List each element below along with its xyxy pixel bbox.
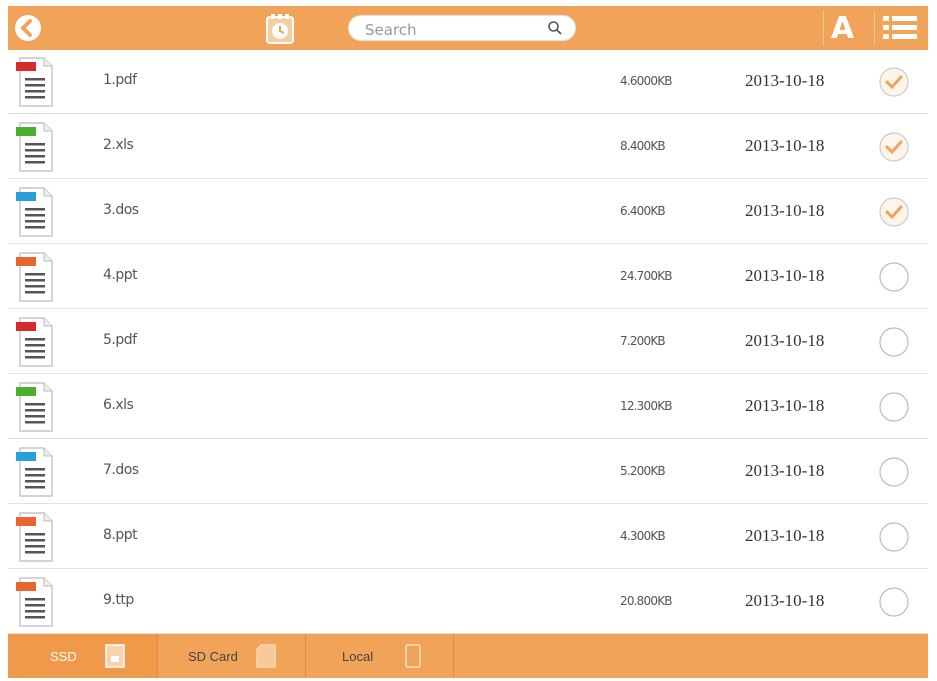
font-size-button[interactable]: A: [823, 10, 861, 46]
file-row[interactable]: 6.xls 12.300KB 2013-10-18: [8, 375, 928, 439]
xls-file-icon: [16, 382, 53, 432]
unchecked-icon[interactable]: [878, 391, 910, 423]
xls-file-icon: [16, 122, 53, 172]
file-date: 2013-10-18: [745, 526, 825, 545]
file-row[interactable]: 7.dos 5.200KB 2013-10-18: [8, 440, 928, 504]
search-icon[interactable]: [547, 20, 563, 36]
file-date: 2013-10-18: [745, 266, 825, 285]
file-size: 6.400KB: [620, 204, 666, 218]
file-name: 2.xls: [103, 137, 134, 153]
timer-button[interactable]: [262, 12, 298, 46]
file-row[interactable]: 9.ttp 20.800KB 2013-10-18: [8, 570, 928, 634]
unchecked-icon[interactable]: [878, 261, 910, 293]
doc-file-icon: [16, 187, 53, 237]
file-name: 7.dos: [103, 462, 139, 478]
tab-label: SSD: [50, 648, 77, 664]
back-arrow-icon: [15, 15, 41, 41]
file-date: 2013-10-18: [745, 136, 825, 155]
file-name: 8.ppt: [103, 527, 138, 543]
file-date: 2013-10-18: [745, 331, 825, 350]
file-size: 7.200KB: [620, 334, 666, 348]
file-size: 24.700KB: [620, 269, 672, 283]
file-row[interactable]: 3.dos 6.400KB 2013-10-18: [8, 180, 928, 244]
pdf-file-icon: [16, 317, 53, 367]
unchecked-icon[interactable]: [878, 326, 910, 358]
back-button[interactable]: [12, 12, 44, 44]
doc-file-icon: [16, 447, 53, 497]
ppt-file-icon: [16, 252, 53, 302]
file-date: 2013-10-18: [745, 591, 825, 610]
stopwatch-icon: [266, 14, 294, 44]
search-placeholder: Search: [365, 21, 417, 39]
file-date: 2013-10-18: [745, 71, 825, 90]
file-size: 4.300KB: [620, 529, 666, 543]
file-size: 20.800KB: [620, 594, 672, 608]
file-name: 6.xls: [103, 397, 134, 413]
ssd-icon: [104, 644, 125, 668]
file-name: 1.pdf: [103, 72, 137, 88]
file-row[interactable]: 4.ppt 24.700KB 2013-10-18: [8, 245, 928, 309]
tab-label: Local: [342, 648, 374, 664]
ppt-file-icon: [16, 512, 53, 562]
unchecked-icon[interactable]: [878, 586, 910, 618]
file-size: 4.6000KB: [620, 74, 672, 88]
file-date: 2013-10-18: [745, 461, 825, 480]
checked-icon[interactable]: [878, 131, 910, 163]
tab-local[interactable]: Local: [306, 634, 454, 678]
tab-ssd[interactable]: SSD: [8, 634, 158, 678]
tab-sd-card[interactable]: SD Card: [158, 634, 306, 678]
phone-icon: [405, 644, 421, 668]
file-name: 3.dos: [103, 202, 139, 218]
file-date: 2013-10-18: [745, 201, 825, 220]
checked-icon[interactable]: [878, 66, 910, 98]
list-icon: [882, 16, 917, 39]
file-row[interactable]: 5.pdf 7.200KB 2013-10-18: [8, 310, 928, 374]
file-date: 2013-10-18: [745, 396, 825, 415]
checked-icon[interactable]: [878, 196, 910, 228]
file-name: 5.pdf: [103, 332, 137, 348]
file-row[interactable]: 8.ppt 4.300KB 2013-10-18: [8, 505, 928, 569]
file-row[interactable]: 1.pdf 4.6000KB 2013-10-18: [8, 50, 928, 114]
unchecked-icon[interactable]: [878, 521, 910, 553]
file-size: 8.400KB: [620, 139, 666, 153]
pdf-file-icon: [16, 57, 53, 107]
top-toolbar: Search A: [8, 6, 928, 50]
tab-label: SD Card: [188, 648, 238, 664]
file-name: 9.ttp: [103, 592, 134, 608]
sd-card-icon: [256, 644, 276, 668]
file-name: 4.ppt: [103, 267, 138, 283]
search-input[interactable]: Search: [348, 15, 576, 41]
ppt-file-icon: [16, 577, 53, 627]
file-size: 5.200KB: [620, 464, 666, 478]
list-view-button[interactable]: [874, 10, 924, 46]
file-row[interactable]: 2.xls 8.400KB 2013-10-18: [8, 115, 928, 179]
file-size: 12.300KB: [620, 399, 672, 413]
unchecked-icon[interactable]: [878, 456, 910, 488]
storage-tab-bar: SSD SD Card Local: [8, 634, 928, 678]
